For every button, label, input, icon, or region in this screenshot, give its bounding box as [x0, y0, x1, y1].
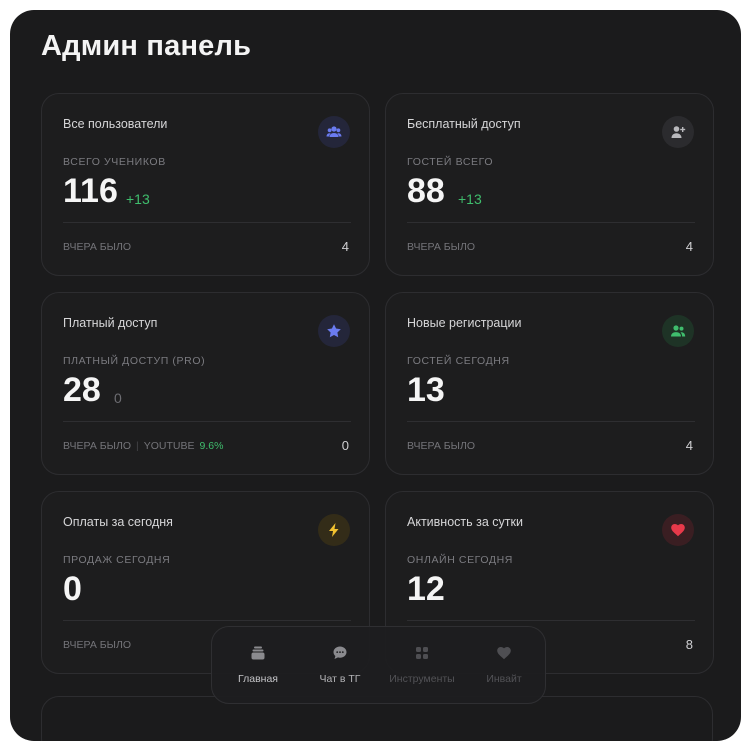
divider	[407, 222, 695, 223]
users-green-icon	[662, 315, 694, 347]
page-title: Админ панель	[41, 30, 252, 62]
youtube-label: YOUTUBE	[143, 440, 195, 452]
card-subtitle: ГОСТЕЙ СЕГОДНЯ	[407, 355, 510, 367]
chat-bubble-icon	[299, 645, 381, 663]
card-subtitle: ВСЕГО УЧЕНИКОВ	[63, 156, 166, 168]
users-icon	[318, 116, 350, 148]
card-all-users[interactable]: Все пользователи ВСЕГО УЧЕНИКОВ 116 +13 …	[41, 93, 370, 276]
card-title: Все пользователи	[63, 117, 168, 131]
footer-count: 8	[685, 637, 693, 652]
card-title: Платный доступ	[63, 316, 158, 330]
card-value: 12	[407, 570, 445, 608]
admin-panel-window: Админ панель Все пользователи ВСЕГО УЧЕН…	[10, 10, 741, 741]
card-subtitle: ПЛАТНЫЙ ДОСТУП (PRO)	[63, 355, 206, 367]
footer-count: 4	[685, 239, 693, 254]
star-icon	[318, 315, 350, 347]
heart-icon	[662, 514, 694, 546]
user-add-icon	[662, 116, 694, 148]
home-stack-icon	[217, 645, 299, 663]
footer-label: ВЧЕРА БЫЛО	[407, 241, 475, 253]
bottom-tab-bar: Главная Чат в ТГ Инструменты Инвайт	[211, 626, 546, 704]
card-value: 13	[407, 371, 445, 409]
card-subtitle: ГОСТЕЙ ВСЕГО	[407, 156, 494, 168]
card-title: Активность за сутки	[407, 515, 523, 529]
card-title: Новые регистрации	[407, 316, 522, 330]
tab-home[interactable]: Главная	[217, 627, 299, 705]
divider	[407, 620, 695, 621]
lightning-icon	[318, 514, 350, 546]
card-subtitle: ПРОДАЖ СЕГОДНЯ	[63, 554, 171, 566]
card-delta: +13	[126, 191, 150, 207]
footer-count: 0	[341, 438, 349, 453]
card-value: 88	[407, 172, 445, 210]
card-new-registrations[interactable]: Новые регистрации ГОСТЕЙ СЕГОДНЯ 13 ВЧЕР…	[385, 292, 714, 475]
divider	[63, 421, 351, 422]
youtube-percent: 9.6%	[199, 440, 224, 452]
card-subtitle: ОНЛАЙН СЕГОДНЯ	[407, 554, 513, 566]
card-delta: 0	[114, 390, 122, 406]
separator: |	[136, 440, 139, 452]
footer-count: 4	[685, 438, 693, 453]
tab-label: Инструменты	[389, 673, 455, 685]
footer-label: ВЧЕРА БЫЛО	[63, 639, 131, 651]
footer-label: ВЧЕРА БЫЛО	[63, 241, 131, 253]
card-value: 28	[63, 371, 101, 409]
footer-label-text: ВЧЕРА БЫЛО	[63, 440, 131, 452]
tab-label: Главная	[238, 673, 278, 685]
tab-tg-chat[interactable]: Чат в ТГ	[299, 627, 381, 705]
tab-label: Чат в ТГ	[319, 673, 361, 685]
grid-icon	[381, 645, 463, 663]
footer-label: ВЧЕРА БЫЛО | YOUTUBE 9.6%	[63, 440, 223, 452]
divider	[63, 620, 351, 621]
card-value: 0	[63, 570, 82, 608]
footer-label: ВЧЕРА БЫЛО	[407, 440, 475, 452]
card-free-access[interactable]: Бесплатный доступ ГОСТЕЙ ВСЕГО 88 +13 ВЧ…	[385, 93, 714, 276]
divider	[63, 222, 351, 223]
card-value: 116	[63, 172, 118, 210]
card-paid-access[interactable]: Платный доступ ПЛАТНЫЙ ДОСТУП (PRO) 28 0…	[41, 292, 370, 475]
divider	[407, 421, 695, 422]
tab-tools[interactable]: Инструменты	[381, 627, 463, 705]
card-title: Бесплатный доступ	[407, 117, 521, 131]
footer-count: 4	[341, 239, 349, 254]
card-title: Оплаты за сегодня	[63, 515, 173, 529]
tab-invite[interactable]: Инвайт	[463, 627, 545, 705]
tab-label: Инвайт	[486, 673, 522, 685]
card-delta: +13	[458, 191, 482, 207]
heart-outline-icon	[463, 645, 545, 663]
